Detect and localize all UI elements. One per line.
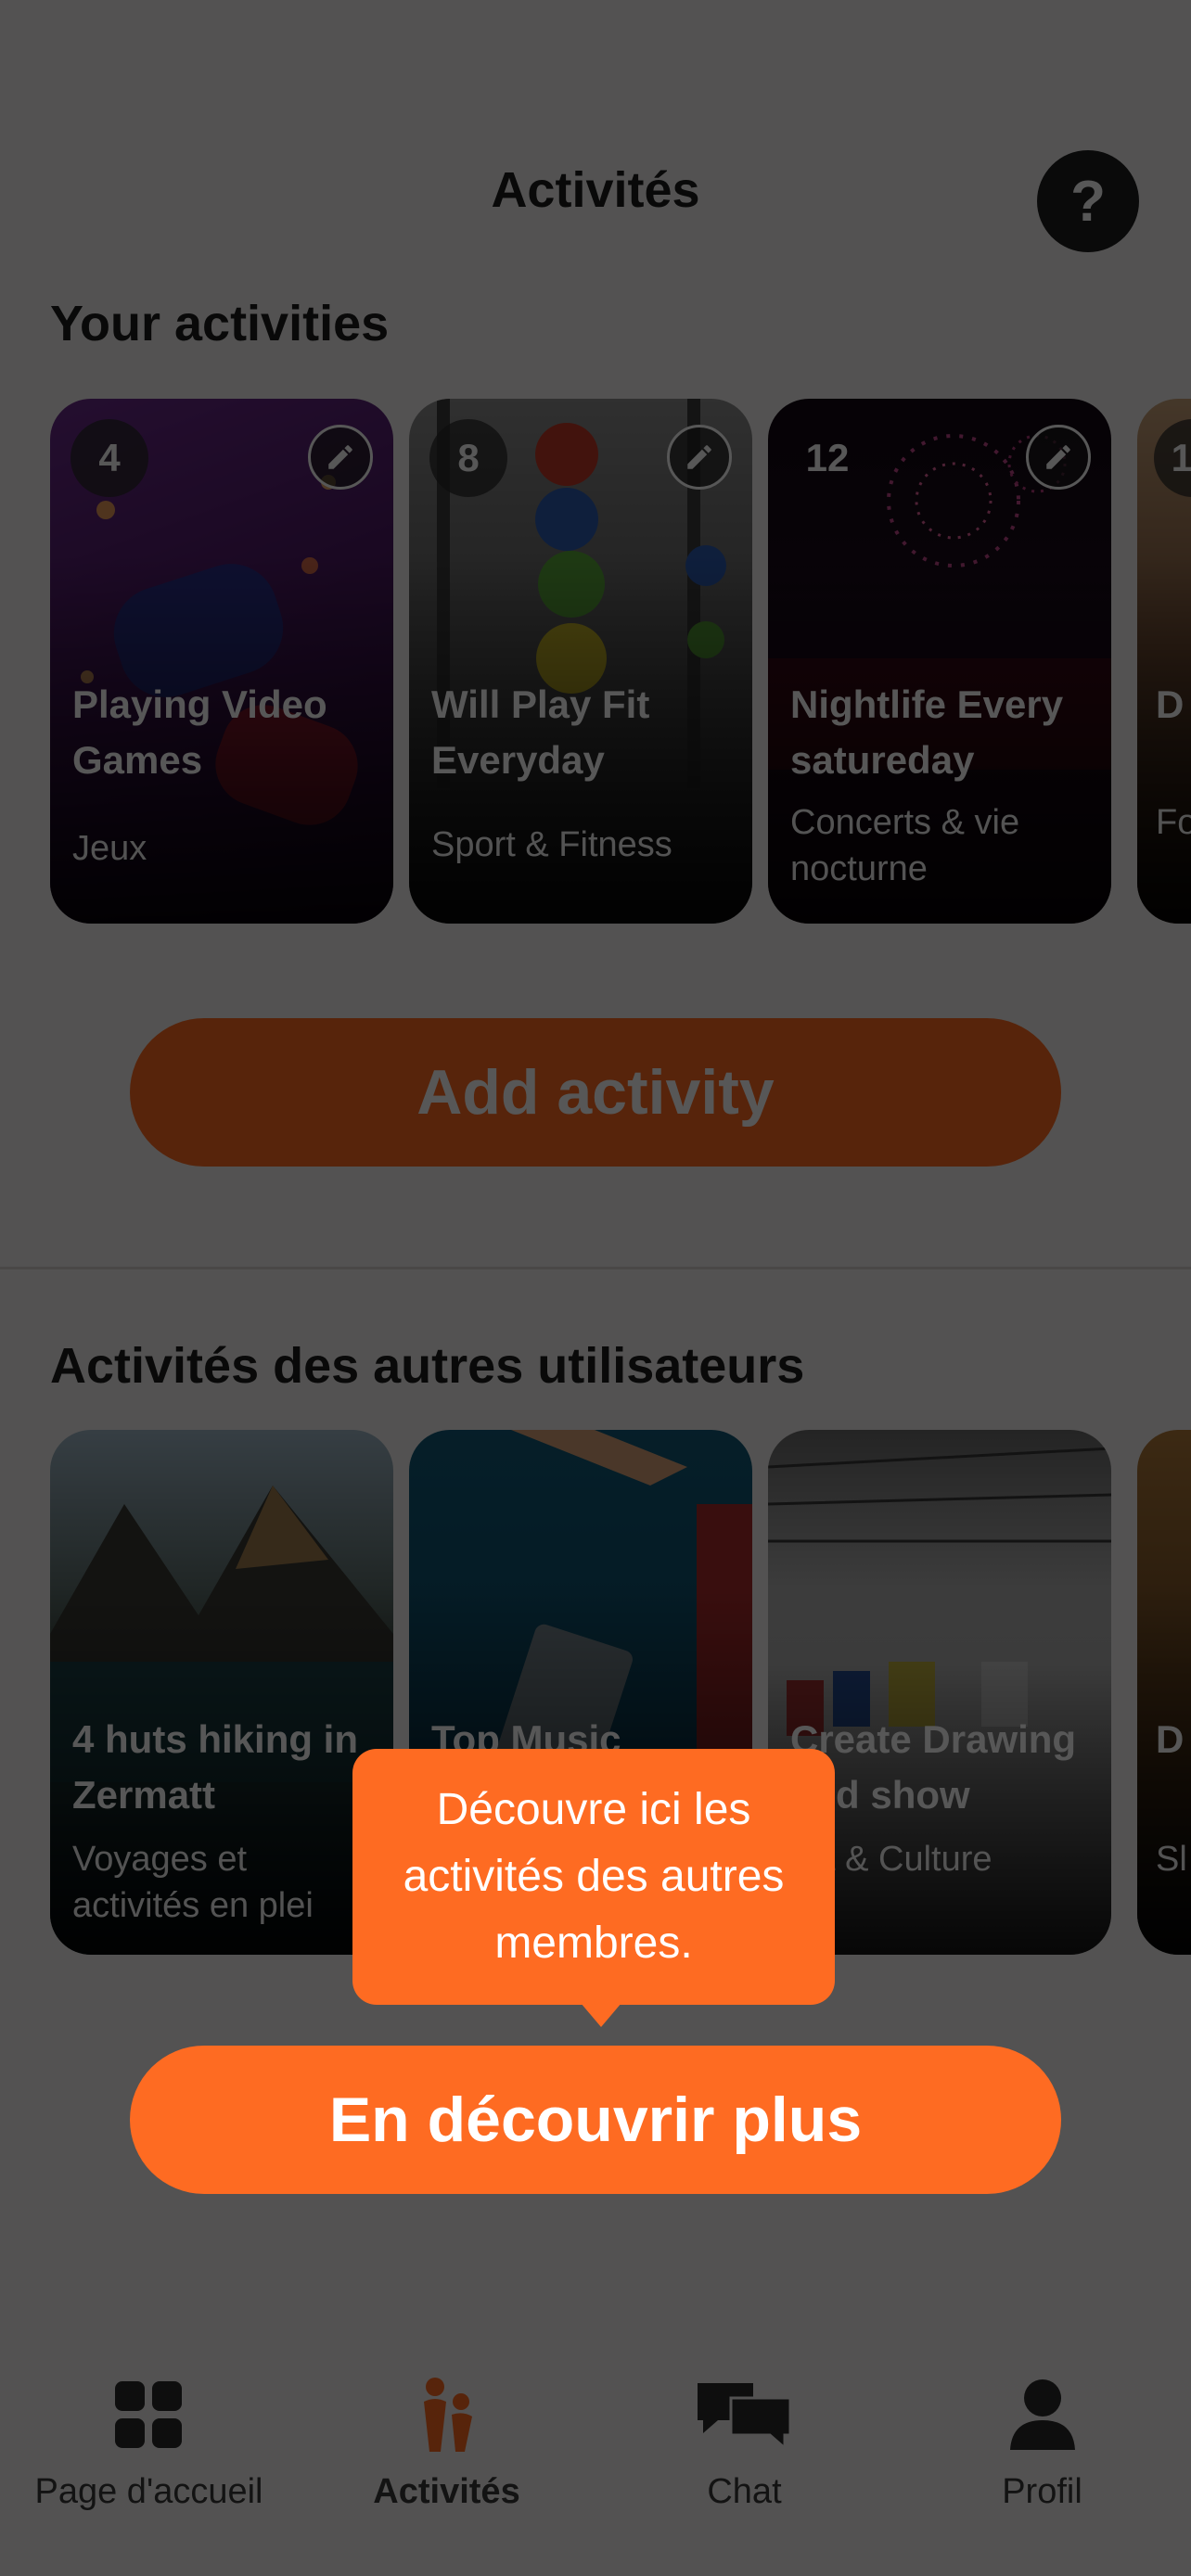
tab-label: Chat [707, 2472, 782, 2511]
activity-category: Concerts & vie nocturne [790, 803, 1020, 888]
others-activities-title: Activités des autres utilisateurs [50, 1338, 805, 1394]
other-activity-card[interactable]: 4 huts hiking in Zermatt Voyages et acti… [50, 1430, 393, 1955]
pencil-icon [328, 445, 352, 469]
discover-more-button[interactable]: En découvrir plus [130, 2046, 1061, 2194]
activity-title: Playing Video Games [72, 682, 327, 782]
section-divider [0, 1267, 1191, 1269]
edit-button[interactable] [667, 425, 732, 490]
activity-count: 4 [70, 419, 148, 497]
activity-category: Jeux [72, 829, 147, 868]
tab-bar: Page d'accueil Activités Chat Profil [0, 2313, 1191, 2576]
page-title: Activités [491, 162, 700, 218]
your-activities-title: Your activities [50, 296, 390, 351]
activity-title: D w [1156, 1717, 1191, 1761]
tab-label: Page d'accueil [34, 2472, 263, 2511]
activity-title: Will Play Fit Everyday [431, 682, 650, 782]
help-icon: ? [1070, 169, 1106, 234]
pencil-icon [1046, 445, 1070, 469]
chat-icon [697, 2383, 791, 2452]
onboarding-tooltip: Découvre ici les activités des autres me… [352, 1749, 835, 2027]
activity-category: Fo Dr [1156, 803, 1191, 842]
header: Activités [0, 148, 1191, 232]
profile-icon [1009, 2379, 1075, 2450]
tab-activities[interactable]: Activités [299, 2313, 596, 2563]
activity-category: Art & Culture [790, 1840, 992, 1879]
activity-title: Nightlife Every satureday [790, 682, 1064, 782]
activity-title: 4 huts hiking in Zermatt [72, 1717, 359, 1817]
pencil-icon [687, 445, 711, 469]
activity-category: Sl St [1156, 1840, 1191, 1879]
tab-chat[interactable]: Chat [596, 2313, 893, 2563]
tab-label: Activités [373, 2472, 520, 2511]
activity-category: Voyages et activités en plei [72, 1840, 314, 1925]
activity-card[interactable]: 4 Playing Video Games Jeux [50, 399, 393, 924]
tab-profile[interactable]: Profil [894, 2313, 1191, 2563]
add-activity-button[interactable]: Add activity [130, 1018, 1061, 1167]
grid-icon [114, 2381, 182, 2448]
activity-title: D w [1156, 682, 1191, 726]
activity-card[interactable]: 12 D w Fo Dr [1137, 399, 1191, 924]
activity-count: 12 [805, 436, 850, 479]
activity-card[interactable]: 12 Nightlife Every satureday Concerts & … [768, 399, 1111, 924]
activity-category: Sport & Fitness [431, 825, 672, 864]
help-button[interactable]: ? [1037, 150, 1139, 252]
tooltip-text: Découvre ici les activités des autres me… [403, 1785, 785, 1968]
activity-count: 8 [429, 419, 507, 497]
tab-home[interactable]: Page d'accueil [1, 2313, 298, 2563]
activity-card[interactable]: 8 Will Play Fit Everyday Sport & Fitness [409, 399, 752, 924]
edit-button[interactable] [308, 425, 373, 490]
tab-label: Profil [1002, 2472, 1082, 2511]
activity-title: Create Drawing and show [790, 1717, 1077, 1817]
edit-button[interactable] [1026, 425, 1091, 490]
activities-icon [423, 2378, 472, 2452]
other-activity-card[interactable]: D w Sl St [1137, 1430, 1191, 1955]
your-activities-row[interactable]: 4 Playing Video Games Jeux 8 Will Play F… [50, 399, 1191, 924]
